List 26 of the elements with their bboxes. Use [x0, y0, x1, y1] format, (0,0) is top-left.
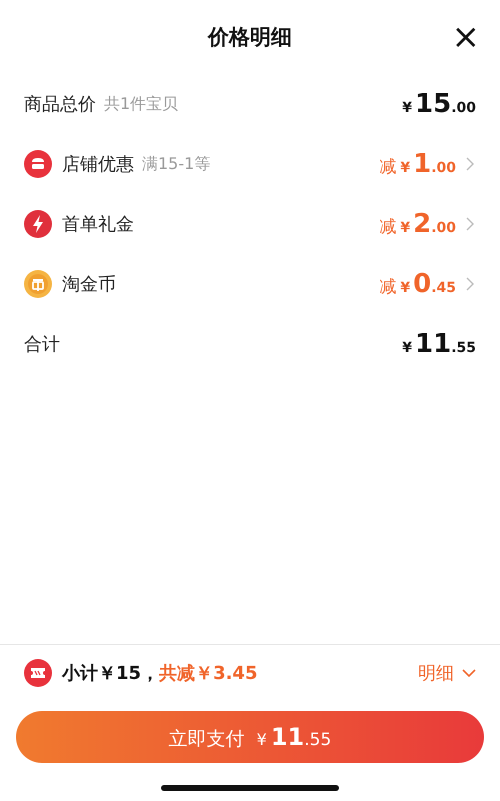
- coin-icon: [24, 270, 52, 298]
- discount-amount: 减 ¥1.00: [379, 149, 456, 179]
- chevron-right-icon[interactable]: [466, 217, 474, 231]
- close-button[interactable]: ×: [452, 20, 480, 54]
- discount-amount: 减 ¥2.00: [379, 209, 456, 239]
- chevron-down-icon[interactable]: [462, 669, 476, 677]
- details-toggle[interactable]: 明细: [418, 661, 476, 685]
- chevron-right-icon[interactable]: [466, 157, 474, 171]
- ticket-icon: [24, 659, 52, 687]
- subtotal-text: 小计￥15，: [62, 662, 160, 685]
- price-amount: ¥11.55: [402, 329, 476, 359]
- row-label: 店铺优惠: [62, 153, 134, 176]
- sheet-title: 价格明细: [208, 24, 292, 51]
- row-label: 合计: [24, 333, 60, 356]
- pay-button[interactable]: 立即支付 ¥ 11.55: [16, 711, 484, 763]
- row-note: 共1件宝贝: [104, 94, 178, 114]
- chevron-right-icon[interactable]: [466, 277, 474, 291]
- total-saving-text: 共减￥3.45: [159, 662, 258, 685]
- price-amount: ¥15.00: [402, 89, 476, 119]
- lightning-icon: [24, 210, 52, 238]
- row-note: 满15-1等: [142, 154, 210, 174]
- row-label: 淘金币: [62, 273, 116, 296]
- shop-icon: [24, 150, 52, 178]
- row-label: 首单礼金: [62, 213, 134, 236]
- discount-amount: 减 ¥0.45: [379, 269, 456, 299]
- row-label: 商品总价: [24, 93, 96, 116]
